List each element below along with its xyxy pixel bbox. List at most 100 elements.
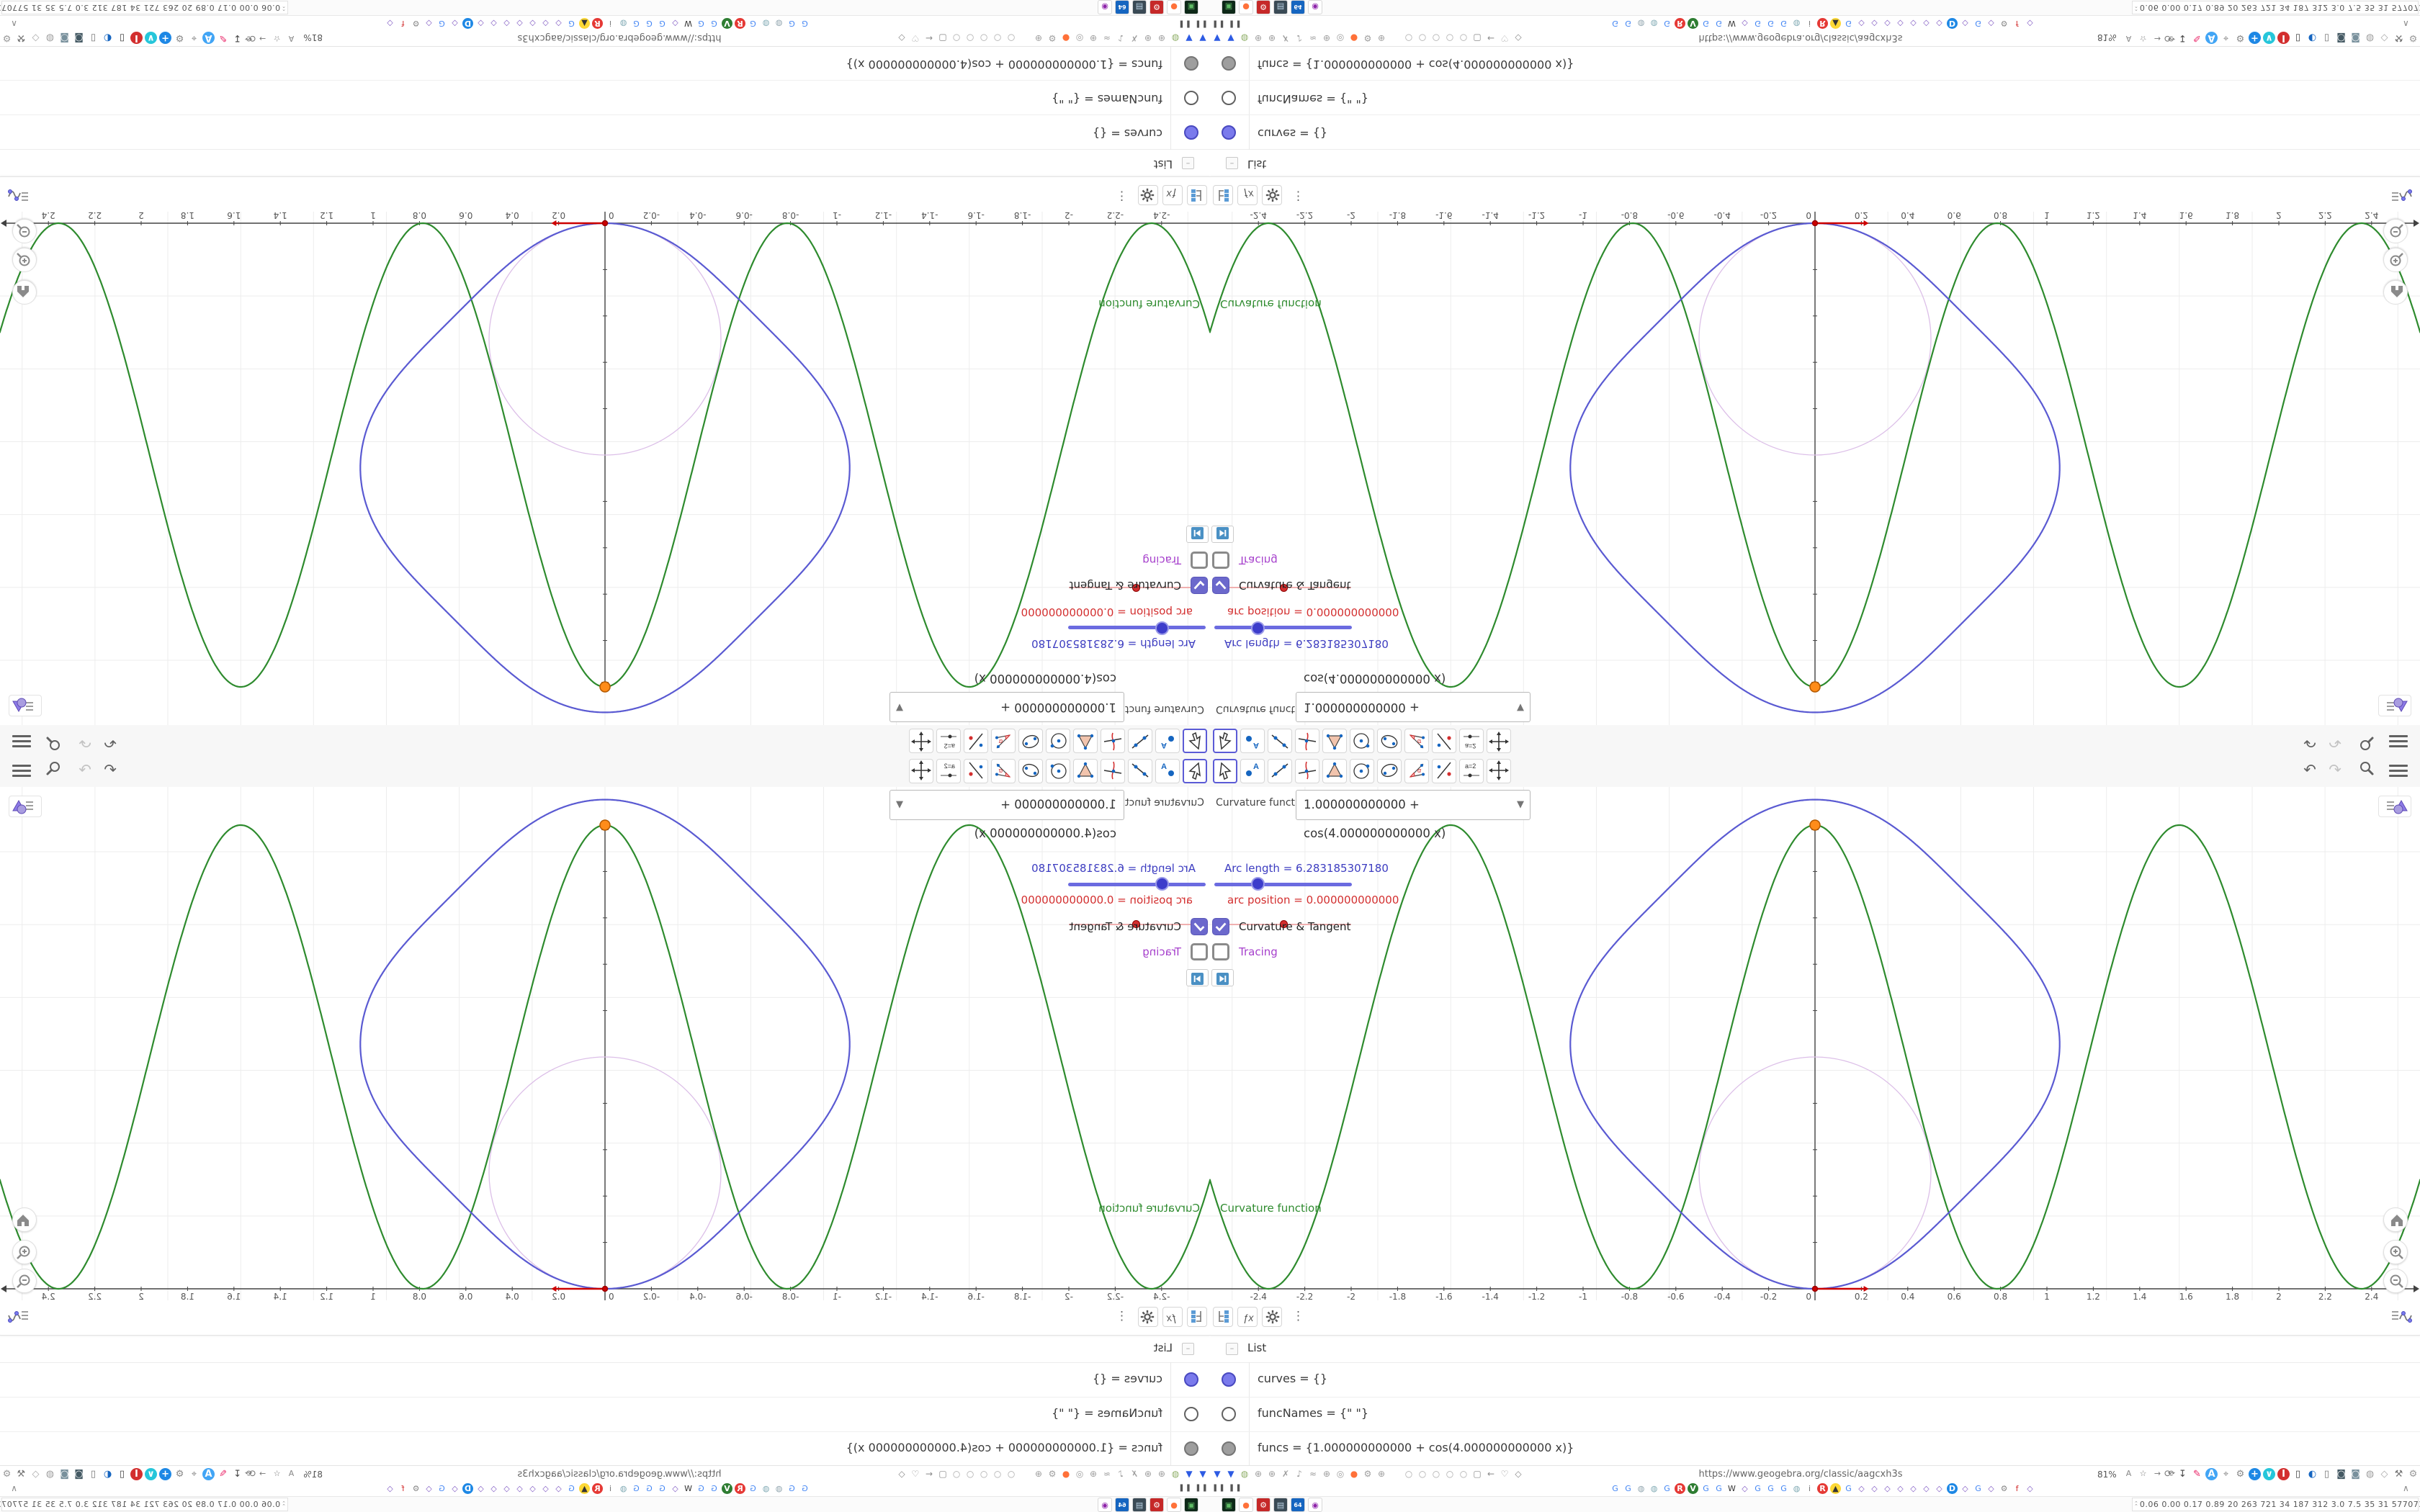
address-bar-icon[interactable]: ☆ [272, 33, 282, 44]
bookmarks-overflow-caret[interactable]: ∧ [11, 1483, 17, 1493]
bookmark-favicon[interactable]: G [1843, 1483, 1854, 1494]
algebra-row-funcnames[interactable]: funcNames = {" "} [1210, 1397, 2420, 1432]
browser-toolbar-icon[interactable]: ▢ [1471, 1468, 1483, 1480]
bookmark-favicon[interactable]: G [1662, 18, 1672, 29]
zoom-out-button[interactable] [12, 1269, 37, 1293]
url-bar[interactable]: https://www.geogebra.org/classic/aagcxh3… [1657, 1469, 1945, 1480]
extension-icon[interactable]: ▯ [116, 32, 128, 44]
extension-icon[interactable]: ⚙ [2234, 1468, 2246, 1480]
browser-toolbar-icon[interactable]: ⊕ [1033, 32, 1044, 44]
bookmark-favicon[interactable]: ◇ [527, 1483, 538, 1494]
bookmark-favicon[interactable]: G [748, 18, 758, 29]
zoom-in-button[interactable] [2383, 248, 2408, 272]
bookmark-favicon[interactable]: G [709, 1483, 720, 1494]
extension-icon[interactable]: ⚙ [174, 1468, 186, 1480]
bookmark-favicon[interactable]: G [1623, 18, 1634, 29]
graphics-style-button[interactable] [2378, 796, 2411, 817]
bookmark-favicon[interactable]: ◇ [1882, 18, 1893, 29]
visibility-marble[interactable] [1222, 1407, 1236, 1421]
browser-toolbar-icon[interactable]: ○ [951, 1468, 962, 1480]
browser-toolbar-icon[interactable]: ⊕ [1088, 1468, 1099, 1480]
extension-icon[interactable]: ⌖ [2220, 1468, 2232, 1480]
browser-toolbar-icon[interactable]: ← [923, 1468, 935, 1480]
visibility-marble[interactable] [1222, 56, 1236, 71]
browser-toolbar-icon[interactable]: ✗ [1129, 32, 1140, 44]
arc-length-slider-handle[interactable] [1155, 621, 1170, 635]
browser-toolbar-icon[interactable]: ⊕ [1321, 32, 1332, 44]
algebra-row-funcs[interactable]: funcs = {1.000000000000 + cos(4.00000000… [0, 1431, 1210, 1467]
extension-icon[interactable]: ∨ [145, 32, 157, 44]
bookmark-favicon[interactable]: G [1765, 1483, 1776, 1494]
home-button[interactable] [12, 280, 37, 305]
taskbar-app-button[interactable]: ▤ [1273, 0, 1288, 14]
tool-reflect-button[interactable] [964, 759, 988, 783]
redo-button[interactable]: ↷ [75, 732, 95, 752]
extension-icon[interactable]: ◇ [2378, 32, 2390, 44]
browser-toolbar-icon[interactable]: ◇ [1512, 1468, 1524, 1480]
browser-toolbar-icon[interactable]: ○ [1417, 1468, 1428, 1480]
page-zoom-level[interactable]: 81% [303, 1470, 323, 1480]
arc-length-slider[interactable] [1068, 883, 1206, 886]
home-button[interactable] [2383, 280, 2408, 305]
browser-toolbar-icon[interactable]: ○ [964, 32, 976, 44]
extension-icon[interactable]: ◍ [2364, 1468, 2376, 1480]
graphics-view[interactable]: -2.4 -2.2 -2 -1.8 -1.6 -1.4 -1.2 -1 -0.8 -0.6 -0.4… [1210, 787, 2420, 1300]
browser-toolbar-icon[interactable]: ≈ [1101, 1468, 1113, 1480]
bookmark-favicon[interactable]: R [592, 1483, 603, 1494]
algebra-row-curves[interactable]: curves = {} [1210, 1362, 2420, 1398]
taskbar-app-button[interactable]: ● [1167, 1498, 1181, 1512]
bookmark-favicon[interactable]: R [735, 1483, 745, 1494]
home-button[interactable] [12, 1207, 37, 1232]
browser-toolbar-icon[interactable]: ▢ [1471, 32, 1483, 44]
taskbar-app-button[interactable]: ⚙ [1150, 1498, 1164, 1512]
browser-toolbar-icon[interactable]: ♪ [1294, 1468, 1305, 1480]
browser-toolbar-icon[interactable]: ⊕ [1252, 32, 1264, 44]
url-bar[interactable]: https://www.geogebra.org/classic/aagcxh3… [1657, 32, 1945, 43]
visibility-marble[interactable] [1184, 125, 1198, 140]
algebra-row-funcnames[interactable]: funcNames = {" "} [0, 80, 1210, 115]
browser-toolbar-icon[interactable]: ▼ [1197, 32, 1209, 44]
undo-button[interactable]: ↶ [2300, 732, 2320, 752]
tracing-checkbox[interactable] [1191, 552, 1208, 569]
more-options-button[interactable]: ⋮ [1111, 1308, 1132, 1324]
tool-perpendicular-button[interactable] [1101, 729, 1125, 753]
algebra-row-funcnames[interactable]: funcNames = {" "} [1210, 80, 2420, 115]
extension-icon[interactable]: ◙ [73, 1468, 85, 1480]
tool-line-button[interactable] [1128, 729, 1152, 753]
tool-reflect-button[interactable] [1432, 729, 1456, 753]
bookmark-favicon[interactable]: ◇ [1921, 1483, 1932, 1494]
bookmark-favicon[interactable]: ▲ [579, 1483, 590, 1494]
tool-polygon-button[interactable] [1322, 759, 1347, 783]
list-group-row[interactable]: – List [0, 149, 1210, 177]
settings-button[interactable] [1138, 185, 1158, 205]
bookmark-favicon[interactable]: G [799, 18, 810, 29]
url-bar[interactable]: https://www.geogebra.org/classic/aagcxh3… [475, 32, 763, 43]
browser-toolbar-icon[interactable]: ◎ [1335, 32, 1346, 44]
chevron-up-icon[interactable]: ⌃ ⌃ [2134, 1500, 2138, 1508]
browser-toolbar-icon[interactable]: ⚙ [1362, 32, 1373, 44]
settings-button[interactable] [1262, 1307, 1282, 1327]
curvature-value-point[interactable] [1809, 681, 1821, 693]
tool-circle-button[interactable] [1350, 729, 1374, 753]
browser-toolbar-icon[interactable]: ◍ [1239, 32, 1250, 44]
bookmark-favicon[interactable]: V [1688, 18, 1698, 29]
zoom-out-button[interactable] [12, 219, 37, 243]
zoom-out-button[interactable] [2383, 1269, 2408, 1293]
bookmark-favicon[interactable]: i [1804, 1483, 1815, 1494]
taskbar-app-button[interactable]: ▤ [1132, 0, 1147, 14]
algebra-style-button[interactable] [6, 1307, 30, 1327]
fx-button[interactable]: ƒx [1237, 1307, 1258, 1327]
extension-icon[interactable]: ◇ [30, 1468, 42, 1480]
browser-toolbar-icon[interactable]: ▼ [1197, 1468, 1209, 1480]
search-button[interactable] [43, 760, 63, 780]
browser-toolbar-icon[interactable]: ○ [992, 1468, 1003, 1480]
fx-button[interactable]: ƒx [1162, 1307, 1183, 1327]
extension-icon[interactable]: I [2277, 1468, 2290, 1480]
bookmark-favicon[interactable]: ◍ [1649, 18, 1659, 29]
more-options-button[interactable]: ⋮ [1288, 188, 1309, 204]
bookmark-favicon[interactable]: W [1726, 1483, 1737, 1494]
bookmark-favicon[interactable]: f [2012, 1483, 2022, 1494]
bookmark-favicon[interactable]: G [799, 1483, 810, 1494]
step-animation-button[interactable] [1186, 526, 1209, 543]
address-bar-icon[interactable]: → [257, 1468, 268, 1479]
